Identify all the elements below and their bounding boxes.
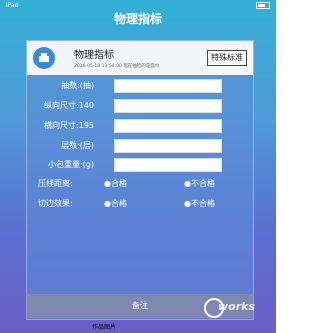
- width-input[interactable]: [114, 119, 222, 133]
- dialog-header: 物理指标 2016-05-18 13:54:00 现在抽检的是面巾 特殊标准: [27, 41, 253, 75]
- crease-fail-radio[interactable]: ●不合格: [184, 178, 215, 189]
- battery-icon: [256, 2, 270, 9]
- dialog-title: 物理指标: [74, 50, 114, 61]
- crease-pass-radio[interactable]: ●合格: [104, 178, 127, 189]
- watermark-logo: works: [198, 296, 276, 318]
- crease-distance-label: 压线距离:: [38, 179, 73, 188]
- image-caption: 作品图片: [92, 324, 117, 331]
- field-label-length: 纵向尺寸:140: [44, 101, 94, 110]
- special-standard-button[interactable]: 特殊标准: [207, 50, 247, 66]
- trim-effect-label: 切边效果:: [38, 199, 73, 208]
- watermark-text: works: [218, 300, 256, 313]
- trim-pass-radio[interactable]: ●合格: [104, 198, 127, 209]
- status-bar-left: iPad: [6, 2, 19, 9]
- weight-input[interactable]: [114, 158, 222, 172]
- length-input[interactable]: [114, 99, 222, 113]
- app-title: 物理指标: [113, 12, 162, 26]
- field-label-weight: 小包重量:(g): [47, 160, 94, 169]
- dialog-subtitle: 2016-05-18 13:54:00 现在抽检的是面巾: [74, 64, 160, 69]
- field-label-count: 抽数:(抽): [61, 81, 94, 90]
- trim-fail-radio[interactable]: ●不合格: [184, 198, 215, 209]
- count-input[interactable]: [114, 79, 222, 93]
- field-label-width: 横向尺寸:195: [44, 121, 94, 130]
- app-screen: iPad 物理指标 物理指标 2016-05-18 13:54:00 现在抽检的…: [0, 0, 276, 333]
- printer-icon: [33, 47, 55, 69]
- field-label-layers: 层数:(层): [61, 141, 94, 150]
- layers-input[interactable]: [114, 139, 222, 153]
